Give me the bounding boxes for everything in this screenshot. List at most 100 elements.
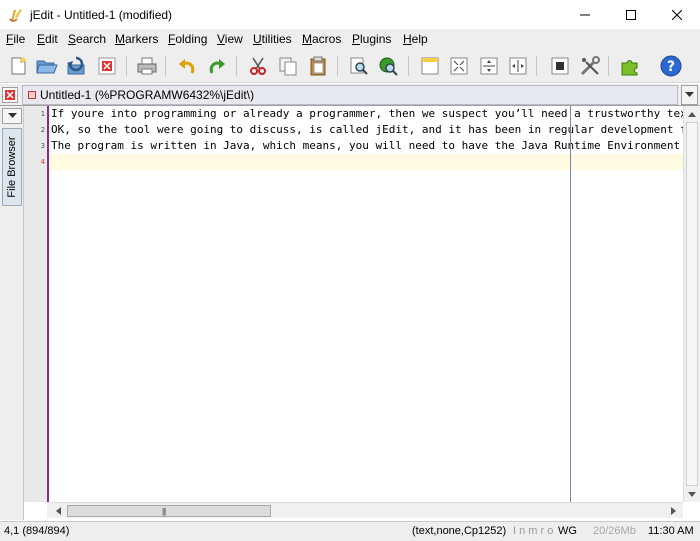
- toolbar-separator: [165, 56, 166, 76]
- toolbar-separator: [408, 56, 409, 76]
- split-vertical-icon: [509, 57, 527, 75]
- buffer-tab-bar: Untitled-1 (%PROGRAMW6432%\jEdit\): [0, 84, 700, 106]
- line-number: 2: [40, 126, 45, 134]
- new-view-icon: [421, 57, 439, 75]
- scroll-left-button[interactable]: [51, 503, 65, 519]
- line-number: 1: [40, 110, 45, 118]
- menu-macros[interactable]: Macros: [302, 32, 341, 46]
- help-button[interactable]: ?: [659, 54, 683, 78]
- menu-view[interactable]: View: [217, 32, 243, 46]
- text-line: OK, so the tool were going to discuss, i…: [51, 123, 683, 136]
- menu-folding[interactable]: Folding: [168, 32, 207, 46]
- new-view-button[interactable]: [418, 54, 442, 78]
- maximize-button[interactable]: [608, 0, 654, 30]
- horizontal-scrollbar[interactable]: |||: [47, 502, 683, 518]
- global-options-button[interactable]: [578, 54, 602, 78]
- menu-plugins[interactable]: Plugins: [352, 32, 391, 46]
- buffer-mode-info[interactable]: (text,none,Cp1252): [412, 525, 506, 537]
- clock: 11:30 AM: [648, 525, 694, 537]
- menu-utilities[interactable]: Utilities: [253, 32, 292, 46]
- find-icon: [350, 57, 368, 75]
- undo-icon: [179, 59, 195, 74]
- toolbar: ?: [0, 50, 700, 83]
- buffer-options-icon: [551, 57, 569, 75]
- wrap-indicator[interactable]: WG: [558, 525, 577, 537]
- buffer-tab[interactable]: Untitled-1 (%PROGRAMW6432%\jEdit\): [22, 85, 678, 105]
- text-line: If youre into programming or already a p…: [51, 107, 683, 120]
- dock-toggle-button[interactable]: [2, 108, 22, 124]
- paste-button[interactable]: [306, 54, 330, 78]
- menu-help[interactable]: Help: [403, 32, 428, 46]
- vertical-scroll-thumb[interactable]: [686, 122, 698, 486]
- menu-edit[interactable]: Edit: [37, 32, 58, 46]
- memory-status[interactable]: 20/26Mb: [593, 525, 636, 537]
- close-icon: [672, 10, 682, 20]
- new-file-icon: [11, 57, 26, 75]
- reload-icon: [67, 56, 85, 75]
- split-horizontal-icon: [480, 57, 498, 75]
- copy-button[interactable]: [276, 54, 300, 78]
- status-bar: 4,1 (894/894) (text,none,Cp1252) I n m r…: [0, 521, 700, 541]
- buffer-tab-label: Untitled-1 (%PROGRAMW6432%\jEdit\): [40, 88, 255, 102]
- find-in-files-icon: [379, 57, 398, 76]
- close-buffer-button[interactable]: [2, 87, 18, 103]
- new-file-button[interactable]: [6, 54, 30, 78]
- toolbar-separator: [608, 56, 609, 76]
- close-file-icon: [98, 57, 116, 75]
- horizontal-scroll-thumb[interactable]: |||: [67, 505, 271, 517]
- chevron-left-icon: [55, 507, 61, 515]
- file-browser-label: File Browser: [6, 136, 18, 198]
- vertical-scrollbar[interactable]: [683, 106, 700, 502]
- find-in-files-button[interactable]: [376, 54, 400, 78]
- cut-button[interactable]: [246, 54, 270, 78]
- file-browser-tab[interactable]: File Browser: [2, 128, 22, 206]
- reload-button[interactable]: [64, 54, 88, 78]
- tools-icon: [580, 56, 600, 76]
- find-button[interactable]: [347, 54, 371, 78]
- copy-icon: [279, 57, 297, 76]
- editor-mode-flags[interactable]: I n m r o: [513, 525, 553, 537]
- close-icon: [5, 90, 15, 100]
- menu-file[interactable]: File: [6, 32, 25, 46]
- scroll-down-button[interactable]: [684, 486, 700, 502]
- caret-position[interactable]: 4,1 (894/894): [4, 525, 69, 537]
- unsplit-icon: [450, 57, 468, 75]
- buffer-options-button[interactable]: [548, 54, 572, 78]
- plugin-manager-button[interactable]: [618, 54, 642, 78]
- text-line: The program is written in Java, which me…: [51, 139, 683, 152]
- title-bar: jEdit - Untitled-1 (modified): [0, 0, 700, 30]
- open-file-button[interactable]: [35, 54, 59, 78]
- grip-icon: |||: [162, 507, 166, 516]
- jedit-logo-icon: [9, 9, 22, 22]
- toolbar-separator: [337, 56, 338, 76]
- menu-search[interactable]: Search: [68, 32, 106, 46]
- window-title: jEdit - Untitled-1 (modified): [30, 8, 173, 22]
- line-number-gutter: 1 2 3 4: [24, 106, 47, 502]
- unsplit-button[interactable]: [447, 54, 471, 78]
- minimize-icon: [580, 14, 590, 16]
- toolbar-separator: [126, 56, 127, 76]
- paste-icon: [310, 56, 326, 76]
- line-number: 3: [40, 142, 45, 150]
- printer-icon: [137, 57, 157, 75]
- minimize-button[interactable]: [562, 0, 608, 30]
- print-button[interactable]: [135, 54, 159, 78]
- buffer-switcher-dropdown[interactable]: [681, 85, 698, 105]
- undo-button[interactable]: [175, 54, 199, 78]
- toolbar-separator: [236, 56, 237, 76]
- split-horizontal-button[interactable]: [477, 54, 501, 78]
- text-area[interactable]: If youre into programming or already a p…: [49, 106, 683, 502]
- menu-markers[interactable]: Markers: [115, 32, 158, 46]
- redo-icon: [209, 59, 225, 74]
- close-file-button[interactable]: [95, 54, 119, 78]
- help-icon: ?: [660, 55, 682, 77]
- split-vertical-button[interactable]: [506, 54, 530, 78]
- redo-button[interactable]: [205, 54, 229, 78]
- close-window-button[interactable]: [654, 0, 700, 30]
- open-folder-icon: [36, 60, 58, 74]
- scroll-up-button[interactable]: [684, 106, 700, 122]
- left-dock: File Browser: [0, 106, 24, 520]
- scroll-right-button[interactable]: [665, 503, 681, 519]
- wrap-guide: [570, 106, 571, 502]
- puzzle-piece-icon: [621, 60, 638, 76]
